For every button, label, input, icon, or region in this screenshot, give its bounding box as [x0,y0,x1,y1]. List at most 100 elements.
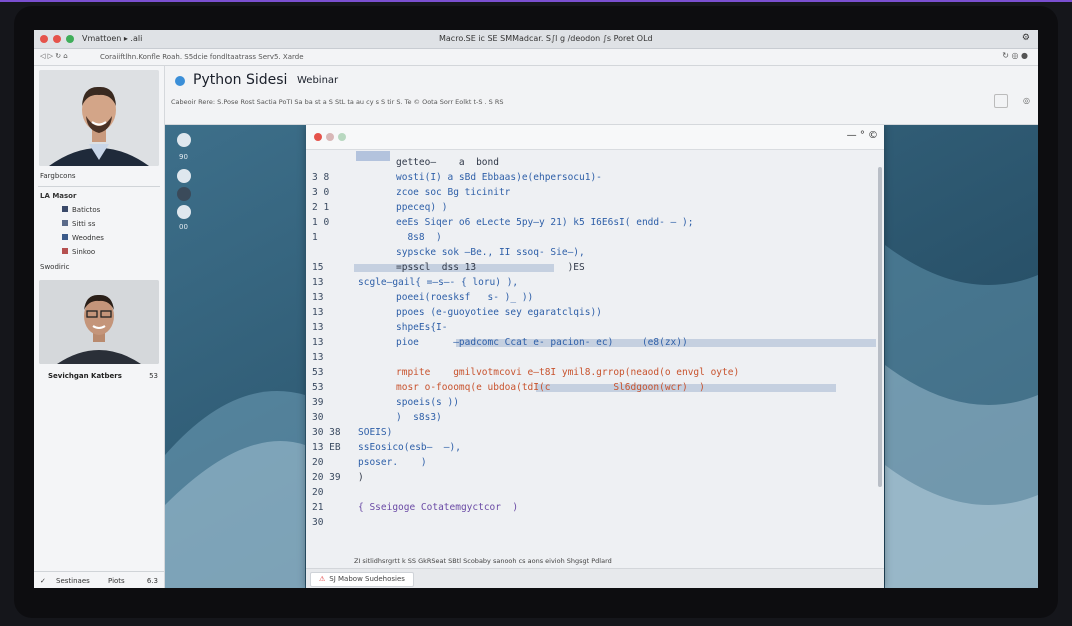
window-title: Macro.SE ic SE SMMadcar. S∫l g /deodon ∫… [439,34,653,43]
section-label: Fargbcons [40,172,76,180]
dock-label-2: 00 [179,223,188,231]
presenter-name: Sevichgan Katbers [48,372,122,380]
folder-icon [62,248,68,254]
refresh-icon[interactable]: ↻ ◎ ● [1002,51,1028,60]
layout-icon[interactable] [994,94,1008,108]
code-line[interactable]: poeei(roesksf s- )_ )) [396,292,533,303]
presenter-count: 53 [149,372,158,380]
code-line[interactable]: SOEIS) [358,427,392,438]
maximize-icon[interactable] [66,35,74,43]
code-area[interactable]: getteo— a bond 3 8 wosti(I) a sBd Ebbaas)e… [306,149,884,568]
close-icon[interactable] [40,35,48,43]
line-number: 20 39 [312,472,341,483]
code-line[interactable]: { Sseigoge Cotatemgyctcor ) [358,502,518,513]
line-number: 13 [312,337,324,348]
settings-icon[interactable]: ⚙ [1022,33,1030,43]
footer-left[interactable]: Sestinaes [56,577,90,585]
code-line[interactable]: ppeceq) ) [396,202,447,213]
app-icon[interactable] [177,187,191,201]
code-line[interactable]: =psscl dss 13 )ES [396,262,585,273]
line-number: 13 [312,322,324,333]
line-number: 53 [312,382,324,393]
line-number: 13 [312,277,324,288]
tree-item-3[interactable]: Weodnes [62,233,104,243]
code-line[interactable]: mosr o-fooomq(e ubdoa(tdI(c Sl6dgoon(wcr… [396,382,705,393]
status-text: ZI sitlidhsrgrtt k SS GkRSeat SBtl Scoba… [354,557,612,565]
presenter-video-2 [39,280,159,364]
shared-screen: 90 00 — ° © getteo— a bond 3 8 wosti(I) a … [165,125,1038,588]
window-titlebar: Vmattoen ▸ .ali Macro.SE ic SE SMMadcar.… [34,30,1038,49]
minimize-icon[interactable] [326,133,334,141]
line-number: 53 [312,367,324,378]
line-number: 30 38 [312,427,341,438]
code-line[interactable]: ) s8s3) [396,412,442,423]
tab-label[interactable]: ⚠ SJ Mabow Sudehosies [310,572,414,587]
tree-item-1[interactable]: Batictos [62,205,100,215]
code-line[interactable]: wosti(I) a sBd Ebbaas)e(ehpersocu1)- [396,172,602,183]
code-line[interactable]: spoeis(s )) [396,397,459,408]
accent-stripe [0,0,1072,2]
app-icon[interactable] [177,133,191,147]
record-icon [175,76,185,86]
window-controls[interactable]: — ° © [847,130,878,141]
app-label: Vmattoen ▸ .ali [82,34,143,43]
tree-item-2[interactable]: Sitti ss [62,219,95,229]
line-number: 13 [312,307,324,318]
line-number: 30 [312,517,324,528]
line-number: 3 0 [312,187,330,198]
editor-titlebar: — ° © [306,125,884,150]
editor-status-bar: ZI sitlidhsrgrtt k SS GkRSeat SBtl Scoba… [306,557,884,588]
line-number: 13 [312,292,324,303]
tree-item-4[interactable]: Sinkoo [62,247,95,257]
code-line[interactable]: sypscke sok –Be., II ssoq- Sie–), [396,247,585,258]
line-number: 2 1 [312,202,330,213]
code-line[interactable]: ) [358,472,364,483]
code-line[interactable]: pioe –padcomc Ccat e- pacion- ec) (e8(zx… [396,337,688,348]
lock-icon[interactable]: ◎ [1023,96,1030,105]
footer-mid[interactable]: Piots [108,577,125,585]
tree-footer[interactable]: Swodiric [40,262,70,272]
folder-icon [62,234,68,240]
avatar [39,70,159,166]
code-line[interactable]: rmpite gmilvotmcovi e–t8I ymil8.grrop(ne… [396,367,739,378]
line-number: 13 EB [312,442,341,453]
line-number: 39 [312,397,324,408]
line-number: 20 [312,487,324,498]
panel-footer: ✓ Sestinaes Piots 6.3 [34,571,164,588]
line-number: 20 [312,457,324,468]
page-title: Python Sidesi [193,72,288,88]
scrollbar[interactable] [878,167,882,487]
footer-right: 6.3 [146,577,158,585]
code-line[interactable]: eeEs Siqer o6 eLecte 5py–y 21) k5 I6E6sI… [396,217,693,228]
maximize-icon[interactable] [338,133,346,141]
address-bar[interactable]: ◁ ▷ ↻ ⌂ Coraiiftlhn.Konfle Roah. S5dcie … [34,49,1038,66]
code-line[interactable]: ppoes (e-guoyotiee sey egaratclqis)) [396,307,602,318]
code-line[interactable]: scgle—gail{ =—s–- { loru) ), [358,277,518,288]
line-number: 15 [312,262,324,273]
tree-header[interactable]: LA Masor [40,191,76,201]
minimize-icon[interactable] [53,35,61,43]
check-icon[interactable]: ✓ [40,577,46,585]
avatar [39,280,159,364]
code-line[interactable]: 8s8 ) [396,232,441,243]
close-icon[interactable] [314,133,322,141]
code-line[interactable]: ssEosico(esb– –), [358,442,461,453]
screen: Vmattoen ▸ .ali Macro.SE ic SE SMMadcar.… [34,30,1038,588]
folder-icon [62,220,68,226]
url-text[interactable]: Coraiiftlhn.Konfle Roah. S5dcie fondltaa… [100,53,304,61]
nav-icons[interactable]: ◁ ▷ ↻ ⌂ [40,52,68,60]
dock-label-1: 90 [179,153,188,161]
code-line[interactable]: shpeEs{I- [396,322,447,333]
toolbar-text[interactable]: Cabeoir Rere: S.Pose Rost Sactia PoTI Sa… [171,98,504,106]
line-number: 21 [312,502,324,513]
participants-panel: Fargbcons LA Masor Batictos Sitti ss Weo… [34,66,165,588]
code-line[interactable]: zcoe soc Bg ticinitr [396,187,510,198]
code-line[interactable]: getteo— a bond [396,157,499,168]
folder-icon [62,206,68,212]
app-icon[interactable] [177,205,191,219]
line-number: 1 [312,232,318,243]
app-icon[interactable] [177,169,191,183]
line-number: 1 0 [312,217,330,228]
code-line[interactable]: psoser. ) [358,457,427,468]
code-editor-window[interactable]: — ° © getteo— a bond 3 8 wosti(I) a sBd Eb… [306,125,884,588]
